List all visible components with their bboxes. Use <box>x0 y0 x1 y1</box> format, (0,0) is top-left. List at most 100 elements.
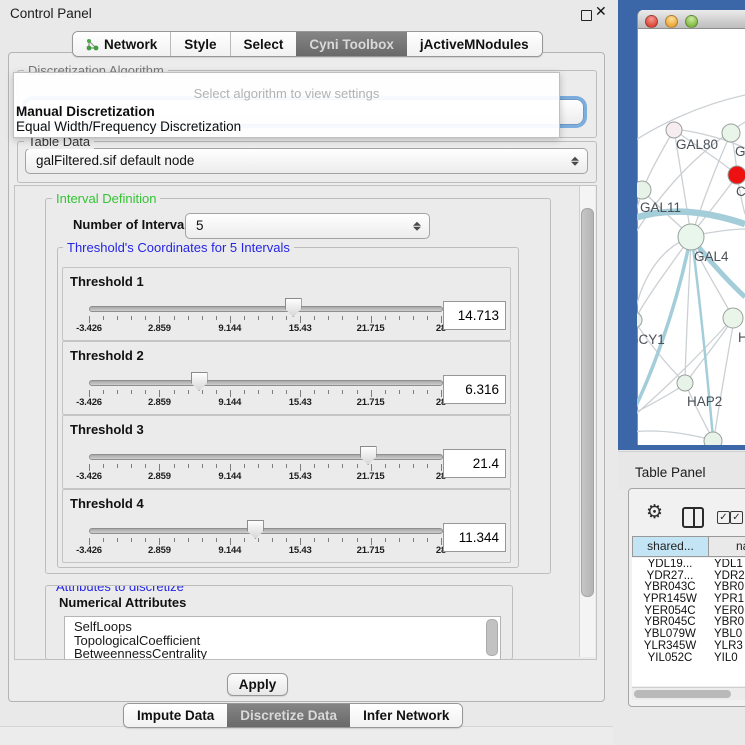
slider-tick <box>258 538 259 542</box>
slider-tick <box>286 390 287 394</box>
slider-tick <box>441 464 442 471</box>
slider-tick <box>314 316 315 320</box>
attribute-list-item[interactable]: TopologicalCoefficient <box>65 634 500 648</box>
horizontal-scrollbar-track[interactable] <box>632 687 745 700</box>
network-node-label: GAL11 <box>640 200 681 215</box>
tab-network[interactable]: Network <box>73 32 170 56</box>
slider-track[interactable] <box>89 454 443 460</box>
numerical-attributes-list: SelfLoopsTopologicalCoefficientBetweenne… <box>64 616 501 660</box>
slider-tick <box>371 464 372 471</box>
tab-infer-network[interactable]: Infer Network <box>350 704 462 727</box>
horizontal-scrollbar-thumb[interactable] <box>634 690 731 698</box>
number-of-intervals-value: 5 <box>196 214 204 238</box>
network-canvas[interactable]: GAL80GCGAL11GAL4GCY1HHAP2 <box>637 28 745 445</box>
threshold-value-field[interactable]: 6.316 <box>443 375 506 404</box>
threshold-label: Threshold 4 <box>70 496 144 511</box>
threshold-value-field[interactable]: 14.713 <box>443 301 506 330</box>
slider-tick <box>371 538 372 545</box>
slider-tick <box>159 390 160 397</box>
table-row[interactable]: YPR145WYPR1 <box>632 594 745 606</box>
network-node-label: GAL4 <box>694 249 729 264</box>
slider-tick <box>131 538 132 542</box>
tab-style[interactable]: Style <box>170 32 229 56</box>
slider-tick <box>272 316 273 320</box>
slider-tick-label: 2.859 <box>148 471 171 482</box>
network-node[interactable] <box>722 124 740 142</box>
slider-tick <box>89 390 90 397</box>
slider-tick <box>399 316 400 320</box>
columns-icon[interactable] <box>682 507 704 528</box>
slider-tick <box>202 464 203 468</box>
slider-tick <box>272 538 273 542</box>
attribute-list-item[interactable]: SelfLoops <box>65 620 500 634</box>
network-node[interactable] <box>637 312 642 328</box>
cell-shared-name: YIL052C <box>632 653 708 663</box>
network-node[interactable] <box>637 181 651 199</box>
slider-tick <box>286 538 287 542</box>
network-edge <box>714 320 734 439</box>
slider-tick <box>399 538 400 542</box>
table-panel-title: Table Panel <box>635 465 706 480</box>
minimize-traffic-light-icon[interactable] <box>665 15 678 28</box>
column-header-shared-name[interactable]: shared... <box>632 536 709 557</box>
slider-tick <box>244 390 245 394</box>
slider-track[interactable] <box>89 306 443 312</box>
list-scrollbar-thumb[interactable] <box>486 619 498 656</box>
slider-tick <box>230 538 231 545</box>
close-traffic-light-icon[interactable] <box>645 15 658 28</box>
float-window-icon[interactable] <box>581 10 592 21</box>
table-data-combo[interactable]: galFiltered.sif default node <box>25 148 588 174</box>
number-of-intervals-combo[interactable]: 5 <box>185 213 430 239</box>
popup-option-equal-width[interactable]: Equal Width/Frequency Discretization <box>16 119 559 134</box>
slider-tick <box>131 390 132 394</box>
threshold-panel: Threshold 3-3.4262.8599.14415.4321.71528… <box>62 415 511 489</box>
checkbox-icon[interactable]: ✓ <box>730 511 743 524</box>
threshold-value-field[interactable]: 21.4 <box>443 449 506 478</box>
network-node[interactable] <box>677 375 693 391</box>
cell-shared-name: YDL19... <box>632 559 708 571</box>
slider-tick <box>216 538 217 542</box>
slider-track[interactable] <box>89 528 443 534</box>
column-header-name[interactable]: na <box>708 536 745 557</box>
slider-tick <box>286 464 287 468</box>
tab-select[interactable]: Select <box>230 32 297 56</box>
slider-tick <box>342 538 343 542</box>
slider-thumb[interactable] <box>247 520 264 539</box>
attribute-list-item[interactable]: BetweennessCentrality <box>65 647 500 660</box>
slider-tick <box>202 390 203 394</box>
slider-track[interactable] <box>89 380 443 386</box>
network-node[interactable] <box>728 166 745 184</box>
network-node[interactable] <box>678 224 704 250</box>
slider-tick <box>328 464 329 468</box>
slider-thumb[interactable] <box>360 446 377 465</box>
slider-tick <box>413 464 414 468</box>
tab-cyni-toolbox[interactable]: Cyni Toolbox <box>296 32 407 56</box>
slider-tick <box>103 464 104 468</box>
network-node[interactable] <box>704 432 722 445</box>
mode-tab-bar: Impute Data Discretize Data Infer Networ… <box>123 703 463 728</box>
threshold-value-field[interactable]: 11.344 <box>443 523 506 552</box>
vertical-scrollbar-thumb[interactable] <box>581 208 594 597</box>
gear-icon[interactable]: ⚙ <box>646 503 663 522</box>
network-icon <box>86 38 99 51</box>
slider-tick <box>89 316 90 323</box>
checkbox-icon[interactable]: ✓ <box>717 511 730 524</box>
network-node[interactable] <box>723 308 743 328</box>
tab-jactivemnodules[interactable]: jActiveMNodules <box>407 32 542 56</box>
table-row[interactable]: YIL052CYIL0 <box>632 653 745 663</box>
network-window-titlebar[interactable] <box>638 10 745 29</box>
network-edge-highlight <box>692 239 745 297</box>
network-node-label: GAL80 <box>676 137 718 152</box>
tab-impute-data[interactable]: Impute Data <box>124 704 227 727</box>
popup-option-manual[interactable]: Manual Discretization <box>16 104 559 119</box>
table-row[interactable]: YLR345WYLR3 <box>632 641 745 653</box>
network-node[interactable] <box>666 122 682 138</box>
close-icon[interactable]: ✕ <box>595 4 607 20</box>
tab-discretize-data[interactable]: Discretize Data <box>227 704 350 727</box>
slider-thumb[interactable] <box>285 298 302 317</box>
table-row[interactable]: YDL19...YDL1 <box>632 559 745 571</box>
slider-tick <box>427 538 428 542</box>
slider-thumb[interactable] <box>191 372 208 391</box>
apply-button[interactable]: Apply <box>227 673 288 696</box>
zoom-traffic-light-icon[interactable] <box>685 15 698 28</box>
